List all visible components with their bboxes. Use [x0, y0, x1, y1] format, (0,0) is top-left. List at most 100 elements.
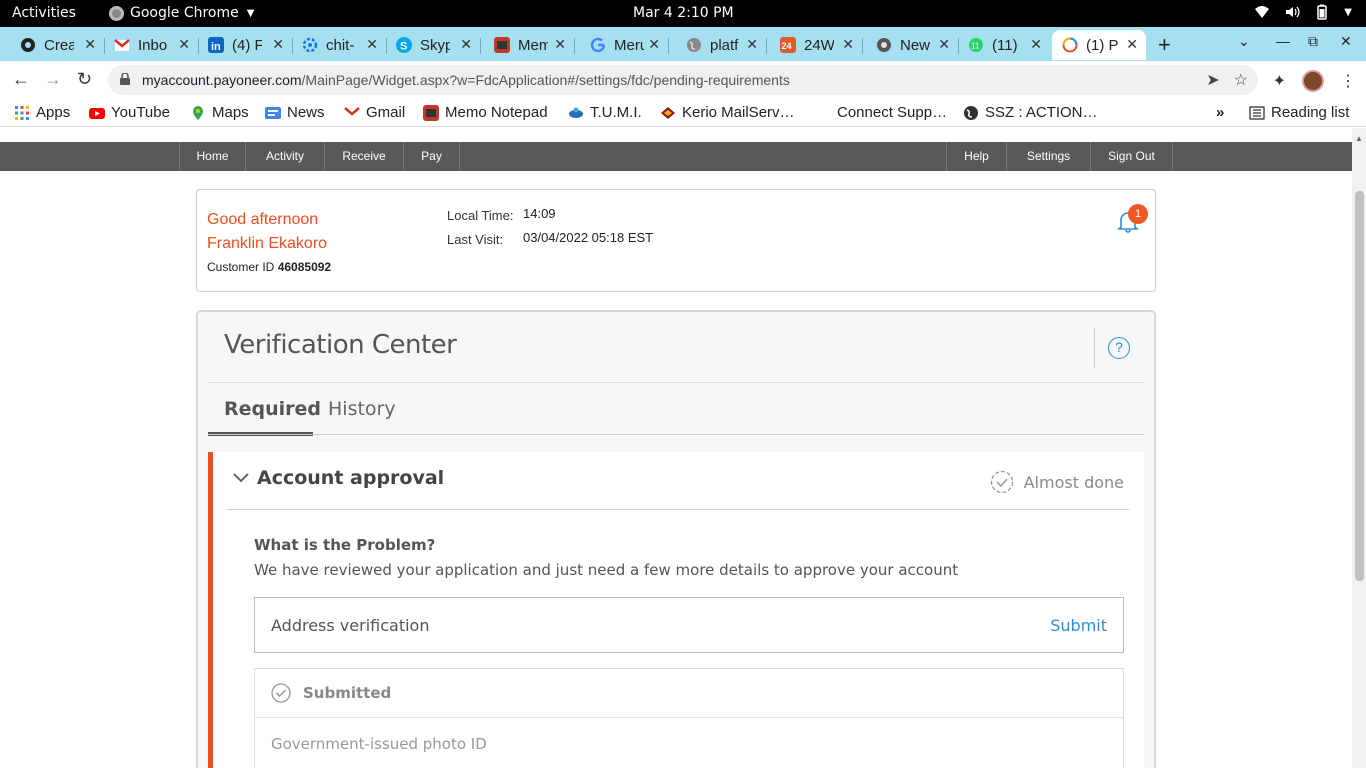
nav-home[interactable]: Home — [179, 142, 245, 171]
browser-tab[interactable]: in (4) F ✕ — [200, 30, 293, 60]
tab-search-icon[interactable]: ⌄ — [1238, 33, 1250, 50]
browser-tab[interactable]: Inbo ✕ — [106, 30, 199, 60]
bookmark-tumi[interactable]: T.U.M.I. — [568, 104, 642, 121]
menu-kebab-icon[interactable]: ⋮ — [1340, 71, 1356, 91]
greeting-text: Good afternoon — [207, 211, 319, 228]
address-bar[interactable]: myaccount.payoneer.com/MainPage/Widget.a… — [108, 65, 1258, 95]
google-icon — [590, 37, 606, 53]
new-tab-button[interactable]: + — [1158, 32, 1171, 58]
submit-link[interactable]: Submit — [1050, 616, 1107, 635]
extensions-puzzle-icon[interactable]: ✦ — [1273, 71, 1286, 91]
close-tab-icon[interactable]: ✕ — [460, 36, 472, 53]
status-almost-done: Almost done — [990, 470, 1124, 494]
problem-title: What is the Problem? — [254, 536, 436, 554]
tab-required[interactable]: Required — [208, 388, 321, 436]
minimize-icon[interactable]: — — [1276, 33, 1290, 49]
close-tab-icon[interactable]: ✕ — [1126, 36, 1138, 53]
browser-tab[interactable]: New ✕ — [864, 30, 959, 60]
caret-down-icon: ▼ — [246, 7, 255, 19]
close-tab-icon[interactable]: ✕ — [84, 36, 96, 53]
page-scrollbar[interactable]: ▲ — [1352, 128, 1366, 768]
app-menu[interactable]: Google Chrome ▼ — [109, 5, 254, 21]
gmail-icon — [344, 106, 360, 119]
chevron-down-icon[interactable] — [233, 470, 249, 486]
clock[interactable]: Mar 4 2:10 PM — [633, 5, 734, 21]
bookmark-memo-notepad[interactable]: Memo Notepad — [423, 104, 548, 121]
bookmark-kerio[interactable]: Kerio MailServ… — [660, 104, 795, 121]
nav-receive[interactable]: Receive — [324, 142, 403, 171]
bookmark-star-icon[interactable]: ☆ — [1234, 70, 1248, 90]
close-tab-icon[interactable]: ✕ — [272, 36, 284, 53]
bookmark-label: Maps — [212, 104, 249, 121]
browser-tab[interactable]: Meru ✕ — [576, 30, 669, 60]
24-icon: 24 — [780, 37, 796, 53]
tab-title: (1) P — [1086, 36, 1119, 54]
nav-activity[interactable]: Activity — [245, 142, 324, 171]
browser-tab[interactable]: chit- ✕ — [294, 30, 387, 60]
browser-tab[interactable]: S Skyp ✕ — [388, 30, 481, 60]
tab-history[interactable]: History — [328, 398, 396, 420]
browser-tab[interactable]: Crea ✕ — [12, 30, 105, 60]
tab-title: New — [900, 36, 930, 54]
close-tab-icon[interactable]: ✕ — [1030, 36, 1042, 53]
nav-pay[interactable]: Pay — [403, 142, 460, 171]
scrollbar-thumb[interactable] — [1355, 191, 1364, 581]
tab-title: Meru — [614, 36, 644, 54]
kerio-icon — [661, 106, 675, 119]
bookmark-apps[interactable]: Apps — [14, 104, 70, 121]
close-tab-icon[interactable]: ✕ — [554, 36, 566, 53]
card-title[interactable]: Account approval — [257, 467, 444, 489]
close-tab-icon[interactable]: ✕ — [178, 36, 190, 53]
bookmark-gmail[interactable]: Gmail — [344, 104, 405, 121]
skype-icon: S — [396, 37, 412, 53]
lock-icon — [120, 73, 130, 85]
browser-tab-active[interactable]: (1) P ✕ — [1052, 30, 1146, 60]
profile-avatar[interactable] — [1302, 70, 1324, 92]
bookmark-news[interactable]: News — [265, 104, 325, 121]
forward-icon[interactable]: → — [44, 69, 62, 90]
bookmark-connect-support[interactable]: Connect Supp… — [815, 104, 947, 121]
browser-tab[interactable]: Mem ✕ — [482, 30, 575, 60]
chrome-icon — [109, 5, 124, 21]
bookmarks-overflow-button[interactable]: » — [1216, 104, 1224, 121]
nav-help[interactable]: Help — [946, 142, 1006, 171]
close-tab-icon[interactable]: ✕ — [648, 36, 660, 53]
bookmark-label: YouTube — [111, 104, 170, 121]
svg-text:in: in — [211, 41, 221, 53]
bookmark-label: Apps — [36, 104, 71, 121]
payoneer-icon — [1062, 37, 1078, 53]
send-icon[interactable]: ➤ — [1206, 70, 1219, 90]
volume-icon — [1286, 6, 1300, 18]
nav-sign-out[interactable]: Sign Out — [1090, 142, 1173, 171]
welcome-panel: Good afternoon Franklin Ekakoro Customer… — [196, 189, 1156, 292]
nav-settings[interactable]: Settings — [1006, 142, 1090, 171]
bookmark-ssz[interactable]: SSZ : ACTION… — [963, 104, 1098, 121]
close-tab-icon[interactable]: ✕ — [938, 36, 950, 53]
help-icon[interactable]: ? — [1108, 337, 1130, 359]
close-window-icon[interactable]: ✕ — [1340, 33, 1352, 50]
close-tab-icon[interactable]: ✕ — [746, 36, 758, 53]
activities-button[interactable]: Activities — [12, 5, 76, 21]
close-tab-icon[interactable]: ✕ — [842, 36, 854, 53]
bookmark-youtube[interactable]: YouTube — [89, 104, 170, 121]
tab-title: platf — [710, 36, 739, 54]
restore-icon[interactable]: ⧉ — [1308, 33, 1318, 50]
system-tray[interactable]: ▼ — [1254, 4, 1352, 20]
gear-icon — [302, 37, 318, 53]
browser-tab[interactable]: 24 24W ✕ — [768, 30, 863, 60]
url-host: myaccount.payoneer.com — [142, 72, 302, 88]
scroll-up-arrow-icon[interactable]: ▲ — [1355, 134, 1363, 143]
bookmark-maps[interactable]: Maps — [190, 104, 249, 121]
reading-list-button[interactable]: Reading list — [1249, 104, 1349, 121]
tab-strip: Crea ✕ Inbo ✕ in (4) F ✕ chit- ✕ S Skyp … — [0, 27, 1366, 61]
browser-tab[interactable]: platf ✕ — [670, 30, 767, 60]
tab-title: Crea — [44, 36, 74, 54]
tab-title: Mem — [518, 36, 548, 54]
reload-icon[interactable]: ↻ — [77, 69, 92, 90]
close-tab-icon[interactable]: ✕ — [366, 36, 378, 53]
back-icon[interactable]: ← — [12, 69, 30, 90]
browser-tab[interactable]: 11 (11) ✕ — [960, 30, 1050, 60]
memo-icon — [494, 37, 510, 53]
customer-id: Customer ID 46085092 — [207, 260, 331, 274]
bookmark-label: Memo Notepad — [445, 104, 548, 121]
